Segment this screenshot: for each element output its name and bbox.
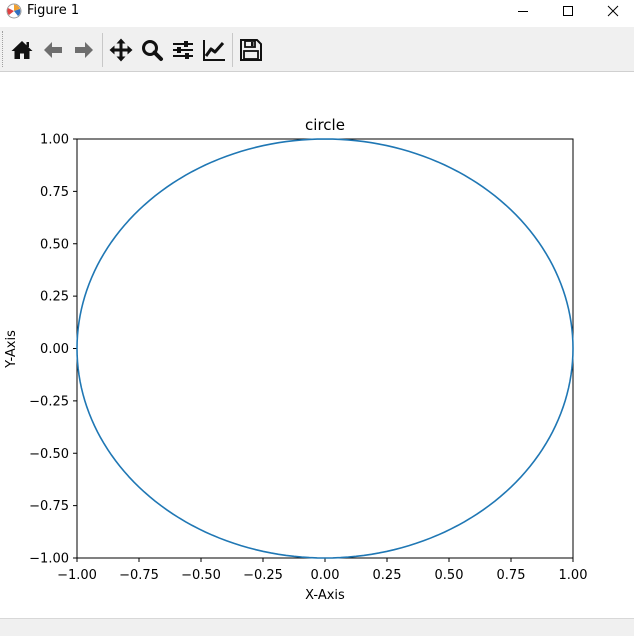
x-axis: −1.00 −0.75 −0.50 −0.25 0.00 0.25 0.50 0.75 1.00 xyxy=(57,558,587,583)
y-tick-label: −0.25 xyxy=(29,394,69,409)
toolbar-separator xyxy=(102,33,103,67)
close-icon xyxy=(607,5,619,17)
y-tick-label: 0.00 xyxy=(40,342,69,357)
navigation-toolbar xyxy=(0,27,634,72)
y-tick-label: 0.50 xyxy=(40,237,69,252)
forward-arrow-icon xyxy=(75,42,93,58)
y-axis-label: Y-Axis xyxy=(4,330,19,369)
toolbar-separator xyxy=(232,33,233,67)
zoom-icon xyxy=(142,40,163,61)
figure-window: Figure 1 circle −1.00 −0.75 −0.50 −0.25 … xyxy=(0,0,634,636)
x-tick-label: 0.75 xyxy=(497,568,526,583)
x-tick-label: −0.75 xyxy=(119,568,159,583)
y-tick-label: 0.25 xyxy=(40,290,69,305)
y-tick-label: 1.00 xyxy=(40,133,69,148)
title-bar[interactable]: Figure 1 xyxy=(0,0,634,22)
back-arrow-icon xyxy=(44,42,62,58)
x-tick-label: 0.25 xyxy=(373,568,402,583)
edit-axis-button[interactable] xyxy=(201,37,227,63)
maximize-button[interactable] xyxy=(545,0,591,22)
toolbar-grip[interactable] xyxy=(2,31,5,67)
matplotlib-icon xyxy=(6,3,22,19)
figure-canvas[interactable]: circle −1.00 −0.75 −0.50 −0.25 0.00 0.25 0.50 0… xyxy=(0,73,634,618)
home-button[interactable] xyxy=(9,37,35,63)
status-bar xyxy=(0,618,634,636)
x-tick-label: −0.25 xyxy=(243,568,283,583)
x-axis-label: X-Axis xyxy=(305,588,345,603)
maximize-icon xyxy=(563,6,573,16)
pan-icon xyxy=(109,38,133,62)
subplots-button[interactable] xyxy=(170,37,196,63)
forward-button[interactable] xyxy=(71,37,97,63)
zoom-button[interactable] xyxy=(139,37,165,63)
y-tick-label: 0.75 xyxy=(40,185,69,200)
close-button[interactable] xyxy=(590,0,634,22)
edit-axis-icon xyxy=(203,40,225,61)
save-icon xyxy=(240,39,262,61)
pan-button[interactable] xyxy=(108,37,134,63)
x-tick-label: 1.00 xyxy=(559,568,588,583)
x-tick-label: 0.50 xyxy=(435,568,464,583)
chart-title: circle xyxy=(305,116,345,134)
y-tick-label: −0.75 xyxy=(29,499,69,514)
y-tick-label: −1.00 xyxy=(29,552,69,567)
minimize-button[interactable] xyxy=(500,0,546,22)
window-title: Figure 1 xyxy=(27,3,80,18)
x-tick-label: −1.00 xyxy=(57,568,97,583)
y-axis: 1.00 0.75 0.50 0.25 0.00 −0.25 −0.50 −0.75 −1.00 xyxy=(29,133,77,567)
back-button[interactable] xyxy=(40,37,66,63)
y-tick-label: −0.50 xyxy=(29,447,69,462)
circle-chart: circle −1.00 −0.75 −0.50 −0.25 0.00 0.25 0.50 0… xyxy=(4,116,587,603)
plot-area xyxy=(76,138,574,559)
minimize-icon xyxy=(518,11,528,12)
subplots-icon xyxy=(173,41,193,59)
home-icon xyxy=(11,41,33,59)
save-button[interactable] xyxy=(238,37,264,63)
x-tick-label: −0.50 xyxy=(181,568,221,583)
x-tick-label: 0.00 xyxy=(311,568,340,583)
